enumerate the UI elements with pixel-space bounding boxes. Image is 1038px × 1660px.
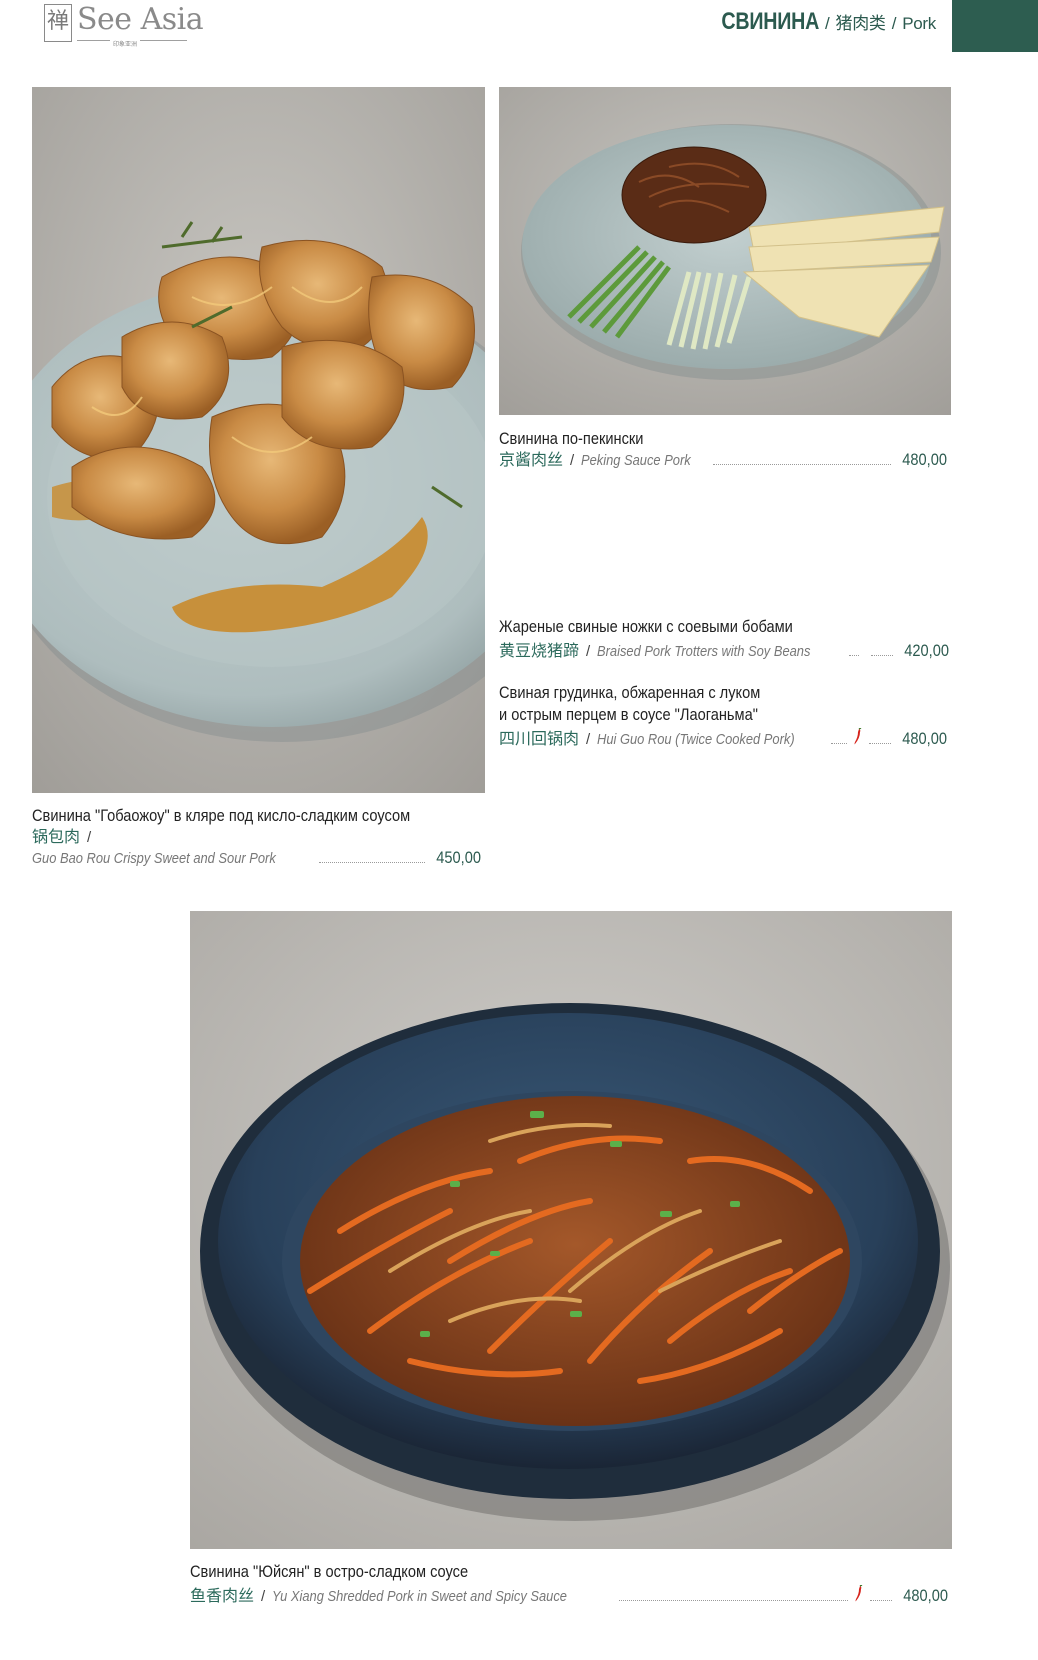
dot-leader [319, 862, 425, 863]
name-separator: / [586, 643, 591, 660]
yuxiang-photo [190, 911, 952, 1549]
chili-pepper-icon [854, 728, 862, 745]
logo-subtitle: 印象亚洲 [110, 39, 141, 48]
section-title-ru: СВИНИНА [721, 8, 819, 35]
dish-name-ru: Жареные свиные ножки с соевыми бобами [499, 617, 793, 636]
chili-pepper-icon [855, 1585, 863, 1602]
dish-name-ru-continued: и острым перцем в соусе "Лаоганьма" [499, 705, 758, 724]
dish-name-ru: Свинина "Гобаожоу" в кляре под кисло-сла… [32, 806, 411, 825]
dish-price: 420,00 [904, 641, 950, 660]
dish-price: 480,00 [902, 729, 947, 748]
dish-name-ru: Свинина "Юйсян" в остро-сладком соусе [190, 1562, 469, 1581]
dot-leader [849, 655, 860, 656]
dot-leader [869, 743, 891, 744]
dot-leader [870, 1600, 892, 1601]
peking-photo [499, 87, 951, 415]
dish-name-zh: 鱼香肉丝 [190, 1586, 255, 1605]
menu-item-guo-bao-rou: Свинина "Гобаожоу" в кляре под кисло-сла… [32, 805, 481, 869]
dot-leader [831, 743, 847, 744]
section-title-separator: / [891, 14, 897, 33]
dish-name-en: Yu Xiang Shredded Pork in Sweet and Spic… [272, 1588, 568, 1605]
name-separator: / [87, 829, 92, 846]
dot-leader [871, 655, 894, 656]
dish-name-zh: 京酱肉丝 [499, 450, 564, 469]
menu-item-pork-trotters: Жареные свиные ножки с соевыми бобами 黄豆… [499, 616, 950, 662]
section-title: СВИНИНА / 猪肉类 / Pork [700, 8, 936, 36]
logo-glyph: 禅 [44, 4, 72, 42]
dot-leader [619, 1600, 848, 1601]
dish-price: 450,00 [436, 848, 481, 867]
section-title-en: Pork [902, 14, 936, 33]
section-title-zh: 猪肉类 [835, 14, 886, 33]
dish-price: 480,00 [902, 450, 947, 469]
dish-name-zh: 四川回锅肉 [499, 729, 580, 748]
logo-name: See Asia [77, 2, 204, 37]
dish-name-en: Hui Guo Rou (Twice Cooked Pork) [597, 731, 795, 748]
dish-price: 480,00 [903, 1586, 948, 1605]
menu-item-yu-xiang-pork: Свинина "Юйсян" в остро-сладком соусе 鱼香… [190, 1561, 948, 1607]
brand-logo: 禅 See Asia 印象亚洲 [44, 2, 204, 48]
section-title-separator: / [824, 14, 830, 33]
dish-name-ru: Свинина по-пекински [499, 429, 644, 448]
section-color-tab [952, 0, 1038, 52]
dish-detail-line: 京酱肉丝 / Peking Sauce Pork 480,00 [499, 450, 947, 471]
name-separator: / [570, 452, 575, 469]
dish-detail-line: 鱼香肉丝 / Yu Xiang Shredded Pork in Sweet a… [190, 1583, 948, 1607]
dish-name-zh: 黄豆烧猪蹄 [499, 641, 580, 660]
dish-zh-line: 锅包肉 / [32, 827, 481, 848]
dish-name-ru: Свиная грудинка, обжаренная с луком [499, 683, 761, 702]
dish-detail-line: 黄豆烧猪蹄 / Braised Pork Trotters with Soy B… [499, 638, 950, 662]
dish-name-en: Peking Sauce Pork [581, 452, 691, 469]
dish-name-en: Guo Bao Rou Crispy Sweet and Sour Pork [32, 850, 276, 867]
dish-name-zh: 锅包肉 [32, 827, 81, 846]
dot-leader [712, 464, 891, 465]
name-separator: / [261, 1588, 266, 1605]
dish-detail-line: 四川回锅肉 / Hui Guo Rou (Twice Cooked Pork) … [499, 726, 947, 750]
name-separator: / [586, 731, 591, 748]
menu-item-hui-guo-rou: Свиная грудинка, обжаренная с луком и ос… [499, 682, 947, 750]
menu-item-peking-pork: Свинина по-пекински 京酱肉丝 / Peking Sauce … [499, 428, 947, 471]
dish-name-en: Braised Pork Trotters with Soy Beans [597, 643, 811, 660]
guobao-photo [32, 87, 485, 793]
dish-detail-line: Guo Bao Rou Crispy Sweet and Sour Pork 4… [32, 848, 481, 869]
